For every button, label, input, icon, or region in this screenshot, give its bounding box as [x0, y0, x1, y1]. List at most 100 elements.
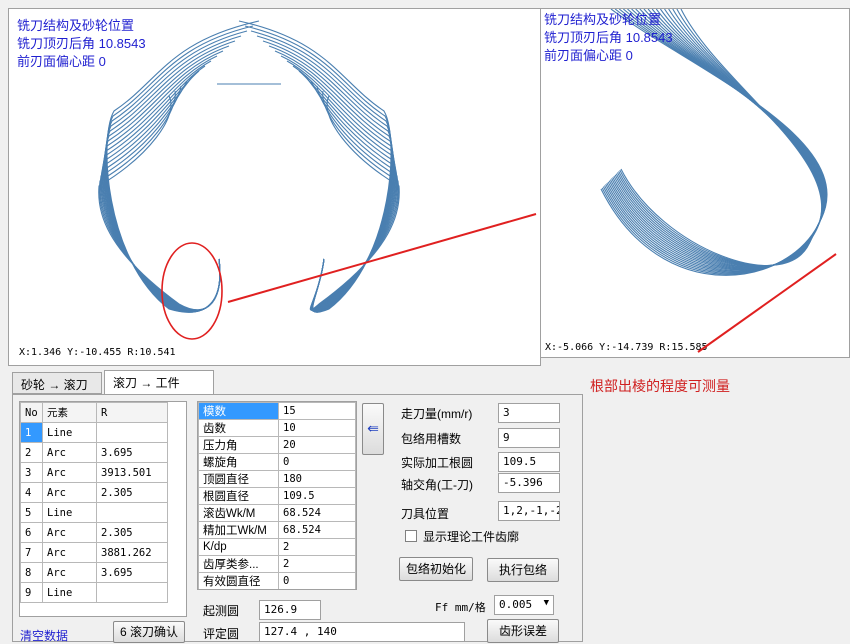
element-cell-no[interactable]: 8	[20, 562, 43, 583]
element-cell-no[interactable]: 3	[20, 462, 43, 483]
table-row[interactable]: 螺旋角 0	[198, 453, 356, 471]
envelope-curve	[99, 85, 221, 311]
table-row[interactable]: 顶圆直径 180	[198, 470, 356, 488]
param-value[interactable]: 2	[278, 538, 356, 556]
show-theory-label[interactable]: 显示理论工件齿廓	[423, 528, 519, 545]
param-name[interactable]: 滚齿Wk/M	[198, 504, 279, 522]
param-value[interactable]: 68.524	[278, 521, 356, 539]
element-cell-type[interactable]: Arc	[42, 542, 97, 563]
table-row[interactable]: 根圆直径 109.5	[198, 487, 356, 505]
table-row[interactable]: 7 Arc 3881.262	[20, 542, 168, 563]
table-row[interactable]: 齿数 10	[198, 419, 356, 437]
element-cell-no[interactable]: 1	[20, 422, 43, 443]
element-table-box[interactable]: No 元素 R 1 Line 2 Arc 3.695 3 Arc 3913.501 4 Arc 2.…	[19, 401, 187, 617]
col-no[interactable]: No	[20, 402, 43, 423]
start-input[interactable]: 126.9	[259, 600, 321, 620]
param-table-box[interactable]: 模数 15 齿数 10 压力角 20 螺旋角 0 顶圆直径 180 根圆直径 109.5 滚齿Wk/M 6…	[197, 401, 357, 590]
exec-button[interactable]: 执行包络	[487, 558, 559, 582]
param-value[interactable]: 68.524	[278, 504, 356, 522]
right-info: 铣刀结构及砂轮位置 铣刀顶刃后角 10.8543 前刃面偏心距 0	[544, 11, 673, 65]
element-cell-no[interactable]: 6	[20, 522, 43, 543]
table-row[interactable]: 滚齿Wk/M 68.524	[198, 504, 356, 522]
param-value[interactable]: 20	[278, 436, 356, 454]
init-button[interactable]: 包络初始化	[399, 557, 473, 581]
root-input[interactable]: 109.5	[498, 452, 560, 472]
element-cell-r[interactable]: 2.305	[96, 482, 168, 503]
tab-hob-to-work[interactable]: 滚刀 → 工件	[104, 370, 214, 395]
table-row[interactable]: 9 Line	[20, 582, 168, 603]
table-row[interactable]: 2 Arc 3.695	[20, 442, 168, 463]
param-name[interactable]: 根圆直径	[198, 487, 279, 505]
element-cell-no[interactable]: 5	[20, 502, 43, 523]
show-theory-checkbox[interactable]	[405, 530, 417, 542]
param-name[interactable]: 有效圆直径	[198, 571, 279, 589]
feed-input[interactable]: 3	[498, 403, 560, 423]
element-cell-r[interactable]: 3.695	[96, 442, 168, 463]
table-row[interactable]: 3 Arc 3913.501	[20, 462, 168, 483]
element-cell-r[interactable]	[96, 582, 168, 603]
error-button[interactable]: 齿形误差	[487, 619, 559, 643]
eval-input[interactable]: 127.4 , 140	[259, 622, 465, 642]
param-value[interactable]: 0	[278, 453, 356, 471]
envelope-curve	[100, 80, 221, 311]
left-view[interactable]: 铣刀结构及砂轮位置 铣刀顶刃后角 10.8543 前刃面偏心距 0 X:1.34…	[8, 8, 541, 366]
param-value[interactable]: 10	[278, 419, 356, 437]
element-cell-no[interactable]: 7	[20, 542, 43, 563]
pos-input[interactable]: 1,2,-1,-2	[498, 501, 560, 521]
element-cell-type[interactable]: Line	[42, 582, 97, 603]
param-value[interactable]: 109.5	[278, 487, 356, 505]
transfer-button[interactable]: ⇚	[362, 403, 384, 455]
envelope-curve	[304, 75, 398, 311]
confirm-hob-button[interactable]: 6 滚刀确认	[113, 621, 185, 643]
element-cell-type[interactable]: Line	[42, 422, 97, 443]
element-cell-type[interactable]: Line	[42, 502, 97, 523]
table-row[interactable]: 4 Arc 2.305	[20, 482, 168, 503]
param-value[interactable]: 15	[278, 402, 356, 420]
param-name[interactable]: 压力角	[198, 436, 279, 454]
param-name[interactable]: 螺旋角	[198, 453, 279, 471]
param-value[interactable]: 0	[278, 571, 356, 589]
table-row[interactable]: 1 Line	[20, 422, 168, 443]
slots-input[interactable]: 9	[498, 428, 560, 448]
table-row[interactable]: 8 Arc 3.695	[20, 562, 168, 583]
element-cell-type[interactable]: Arc	[42, 522, 97, 543]
ff-select[interactable]: 0.005 ▼	[494, 595, 554, 615]
col-r[interactable]: R	[96, 402, 168, 423]
table-row[interactable]: 5 Line	[20, 502, 168, 523]
param-name[interactable]: 顶圆直径	[198, 470, 279, 488]
tab-wheel-to-hob[interactable]: 砂轮 → 滚刀	[12, 372, 102, 394]
table-row[interactable]: K/dp 2	[198, 538, 356, 556]
table-row[interactable]: 有效圆直径 0	[198, 571, 356, 589]
table-row[interactable]: 精加工Wk/M 68.524	[198, 521, 356, 539]
element-cell-r[interactable]	[96, 422, 168, 443]
table-row[interactable]: 6 Arc 2.305	[20, 522, 168, 543]
element-cell-r[interactable]: 3881.262	[96, 542, 168, 563]
element-cell-no[interactable]: 2	[20, 442, 43, 463]
axis-input[interactable]: -5.396	[498, 473, 560, 493]
right-view[interactable]: 铣刀结构及砂轮位置 铣刀顶刃后角 10.8543 前刃面偏心距 0 X:-5.0…	[541, 8, 850, 358]
envelope-curve	[262, 40, 394, 313]
table-row[interactable]: 模数 15	[198, 402, 356, 420]
element-cell-no[interactable]: 4	[20, 482, 43, 503]
element-cell-r[interactable]: 3913.501	[96, 462, 168, 483]
table-row[interactable]: 压力角 20	[198, 436, 356, 454]
param-value[interactable]: 180	[278, 470, 356, 488]
col-element[interactable]: 元素	[42, 402, 97, 423]
element-cell-type[interactable]: Arc	[42, 482, 97, 503]
element-cell-r[interactable]: 3.695	[96, 562, 168, 583]
element-cell-r[interactable]	[96, 502, 168, 523]
param-name[interactable]: K/dp	[198, 538, 279, 556]
element-cell-type[interactable]: Arc	[42, 442, 97, 463]
element-cell-type[interactable]: Arc	[42, 562, 97, 583]
param-name[interactable]: 齿数	[198, 419, 279, 437]
envelope-curve	[256, 35, 393, 313]
param-name[interactable]: 模数	[198, 402, 279, 420]
param-name[interactable]: 精加工Wk/M	[198, 521, 279, 539]
element-cell-no[interactable]: 9	[20, 582, 43, 603]
clear-data-link[interactable]: 清空数据	[20, 627, 68, 644]
param-value[interactable]: 2	[278, 554, 356, 573]
element-cell-r[interactable]: 2.305	[96, 522, 168, 543]
element-cell-type[interactable]: Arc	[42, 462, 97, 483]
param-name[interactable]: 齿厚类参...	[198, 554, 279, 573]
table-row[interactable]: 齿厚类参... 2	[198, 554, 356, 573]
